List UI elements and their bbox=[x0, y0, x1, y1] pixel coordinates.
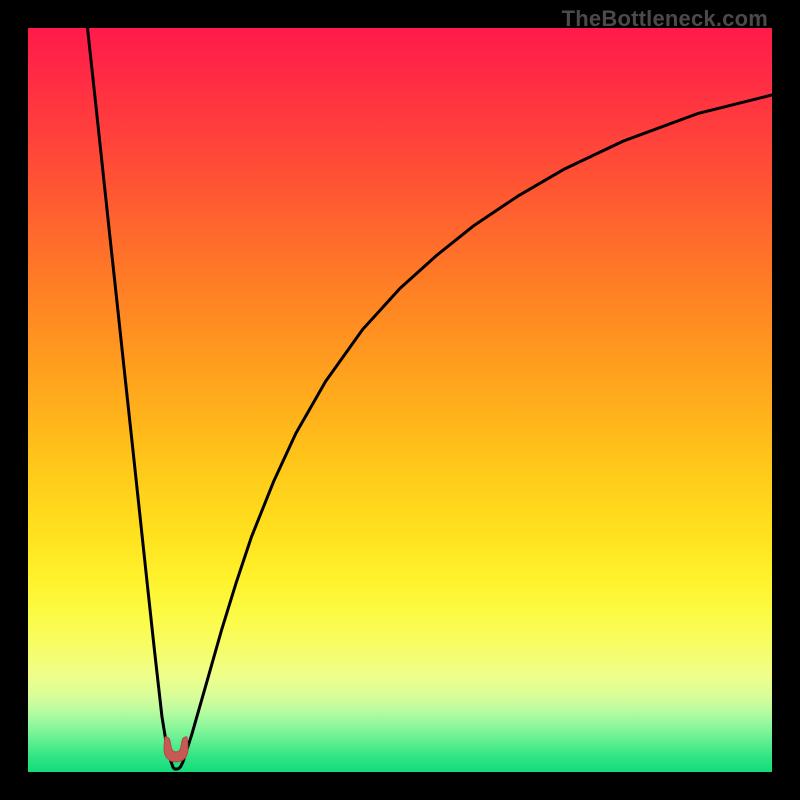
plot-area bbox=[28, 28, 772, 772]
curve-svg bbox=[28, 28, 772, 772]
bottleneck-curve bbox=[88, 28, 773, 769]
chart-frame: TheBottleneck.com bbox=[0, 0, 800, 800]
